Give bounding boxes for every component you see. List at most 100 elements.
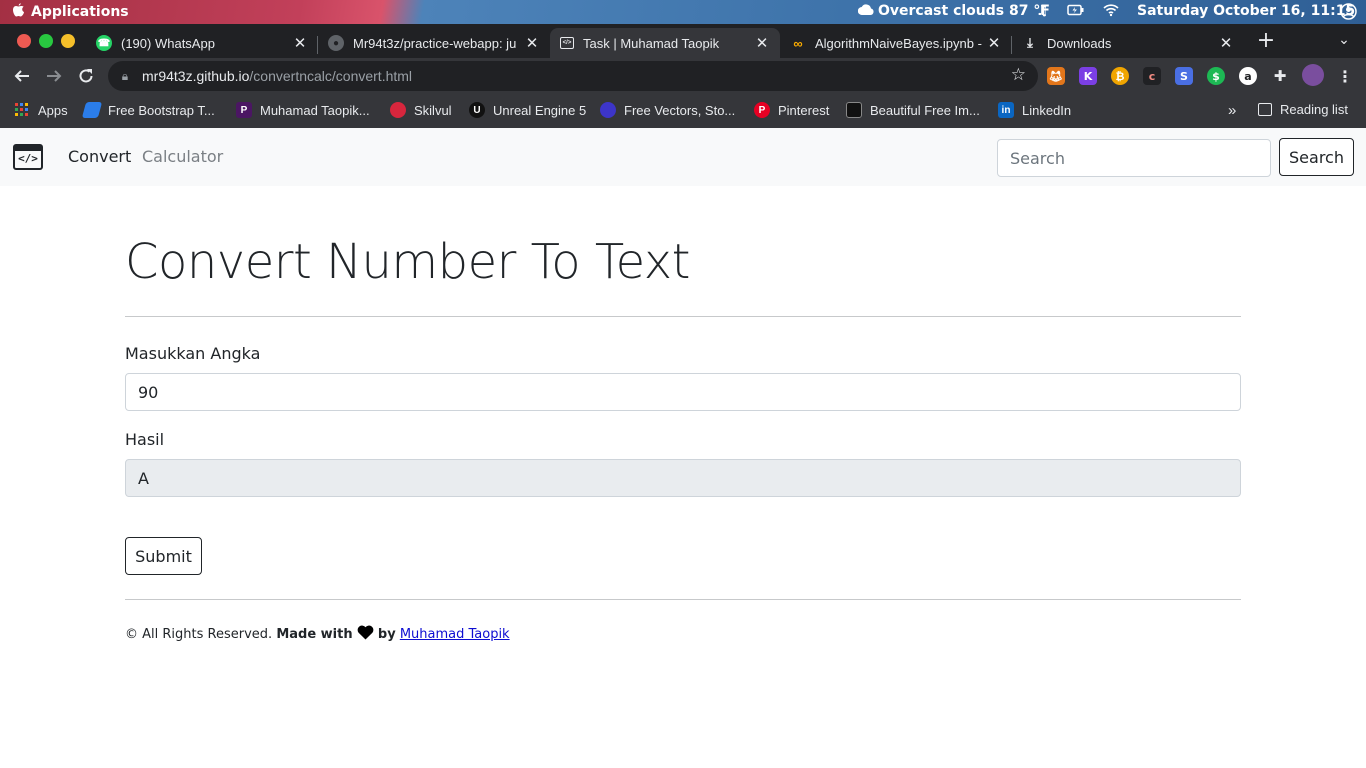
web-page: </> Convert Calculator Search Convert Nu… <box>0 128 1366 768</box>
url-host: mr94t3z.github.io <box>142 68 250 84</box>
bookmarks-bar: Apps Free Bootstrap T... P Muhamad Taopi… <box>0 94 1366 128</box>
tab-title: Downloads <box>1047 35 1112 51</box>
new-tab-plus-icon[interactable]: + <box>1254 28 1278 53</box>
nav-link-calculator[interactable]: Calculator <box>142 147 223 166</box>
bookmark-star-icon[interactable]: ☆ <box>1011 65 1026 85</box>
pinterest-icon: P <box>754 102 770 118</box>
bookmark-label: Apps <box>38 102 68 118</box>
tab-whatsapp[interactable]: ☎ (190) WhatsApp ✕ <box>88 28 316 58</box>
url-path: /convertncalc/convert.html <box>249 68 413 84</box>
reading-list[interactable]: Reading list <box>1258 102 1348 117</box>
cloud-icon <box>857 3 874 19</box>
tab-task-active[interactable]: </> Task | Muhamad Taopik ✕ <box>550 28 780 58</box>
tab-downloads[interactable]: ⤓ Downloads ✕ <box>1014 28 1242 58</box>
divider <box>125 316 1241 317</box>
number-input-label: Masukkan Angka <box>125 344 261 363</box>
puzzle-extensions-icon[interactable]: ✚ <box>1271 67 1289 85</box>
maximize-window-icon[interactable] <box>39 34 53 48</box>
copyright-text: © All Rights Reserved. <box>125 627 273 642</box>
bookmark-linkedin[interactable]: in LinkedIn <box>998 102 1071 118</box>
clock[interactable]: Saturday October 16, 11:15 <box>1137 3 1355 19</box>
metamask-icon[interactable]: 🦊︎ <box>1047 67 1065 85</box>
bitcoin-icon[interactable]: ₿ <box>1111 67 1129 85</box>
reading-list-label: Reading list <box>1280 102 1348 117</box>
profile-icon: P <box>236 102 252 118</box>
tab-title: AlgorithmNaiveBayes.ipynb - <box>815 35 982 51</box>
vector-icon <box>600 102 616 118</box>
result-label: Hasil <box>125 430 165 449</box>
unreal-icon: U <box>469 102 485 118</box>
bookmark-label: Free Bootstrap T... <box>108 102 215 118</box>
tab-colab[interactable]: ∞ AlgorithmNaiveBayes.ipynb - ✕ <box>782 28 1010 58</box>
bookmark-label: Skilvul <box>414 102 452 118</box>
kebab-menu-icon[interactable]: ⋮ <box>1336 67 1354 86</box>
brand-code-window-icon[interactable]: </> <box>13 144 43 170</box>
bookmark-label: Pinterest <box>778 102 830 118</box>
skilvul-icon <box>390 102 406 118</box>
download-icon: ⤓ <box>1027 35 1033 50</box>
bookmark-pinterest[interactable]: P Pinterest <box>754 102 829 118</box>
close-tab-icon[interactable]: ✕ <box>1218 34 1234 52</box>
site-navbar: </> Convert Calculator Search <box>0 128 1366 186</box>
apps-grid-icon <box>14 102 30 118</box>
tab-strip: ☎ (190) WhatsApp ✕ ● Mr94t3z/practice-we… <box>0 24 1366 58</box>
wifi-icon[interactable] <box>1103 3 1119 21</box>
tab-search-chevron-icon[interactable]: ⌄ <box>1332 28 1356 52</box>
battery-icon[interactable] <box>1066 3 1085 21</box>
address-bar[interactable]: 🔒︎ mr94t3z.github.io/convertncalc/conver… <box>108 61 1038 91</box>
submit-button[interactable]: Submit <box>125 537 202 575</box>
close-tab-icon[interactable]: ✕ <box>292 34 308 52</box>
footer: © All Rights Reserved. Made with by Muha… <box>125 625 510 644</box>
close-tab-icon[interactable]: ✕ <box>986 34 1002 52</box>
kiwi-k-icon[interactable]: K <box>1079 67 1097 85</box>
profile-avatar[interactable] <box>1302 64 1324 86</box>
back-arrow-icon[interactable] <box>10 64 34 88</box>
bookmark-skilvul[interactable]: Skilvul <box>390 102 452 118</box>
bookmarks-overflow-icon[interactable]: » <box>1228 102 1236 119</box>
system-tray: ♫ <box>1036 3 1119 21</box>
made-with-text: Made with <box>276 627 353 642</box>
bookmark-label: Free Vectors, Sto... <box>624 102 736 118</box>
bootstrap-icon <box>81 102 103 118</box>
number-input[interactable] <box>125 373 1241 411</box>
close-tab-icon[interactable]: ✕ <box>524 34 540 52</box>
close-window-icon[interactable] <box>17 34 31 48</box>
forward-arrow-icon[interactable] <box>42 64 66 88</box>
close-tab-icon[interactable]: ✕ <box>754 34 770 52</box>
applications-label: Applications <box>31 4 129 20</box>
tab-title: (190) WhatsApp <box>121 35 215 51</box>
heart-icon <box>357 625 374 644</box>
bookmark-free-vectors[interactable]: Free Vectors, Sto... <box>600 102 735 118</box>
result-output-field <box>125 459 1241 497</box>
codepen-icon[interactable]: c <box>1143 67 1161 85</box>
tab-github[interactable]: ● Mr94t3z/practice-webapp: ju ✕ <box>320 28 548 58</box>
a-extension-icon[interactable]: a <box>1239 67 1257 85</box>
reload-icon[interactable] <box>74 64 98 88</box>
search-button[interactable]: Search <box>1279 138 1354 176</box>
bookmark-free-bootstrap[interactable]: Free Bootstrap T... <box>81 102 215 118</box>
code-window-icon: </> <box>560 37 574 49</box>
github-icon: ● <box>328 35 344 51</box>
by-text: by <box>377 627 396 642</box>
colab-icon: ∞ <box>793 35 803 51</box>
bookmark-beautiful-free-images[interactable]: Beautiful Free Im... <box>846 102 980 118</box>
weather-indicator[interactable]: Overcast clouds 87 °F <box>857 3 1050 19</box>
music-note-icon[interactable]: ♫ <box>1036 3 1049 21</box>
bookmark-unreal-engine[interactable]: U Unreal Engine 5 <box>469 102 586 118</box>
bookmark-muhamad-taopik[interactable]: P Muhamad Taopik... <box>236 102 370 118</box>
account-icon[interactable] <box>1340 3 1357 24</box>
divider <box>125 599 1241 600</box>
author-link[interactable]: Muhamad Taopik <box>400 627 510 642</box>
applications-menu[interactable]: Applications <box>12 3 129 21</box>
dollar-extension-icon[interactable]: $ <box>1207 67 1225 85</box>
s-extension-icon[interactable]: S <box>1175 67 1193 85</box>
bookmark-label: Muhamad Taopik... <box>260 102 370 118</box>
nav-link-convert[interactable]: Convert <box>68 147 131 166</box>
tab-title: Mr94t3z/practice-webapp: ju <box>353 35 517 51</box>
whatsapp-icon: ☎ <box>96 35 112 51</box>
minimize-window-icon[interactable] <box>61 34 75 48</box>
page-title: Convert Number To Text <box>125 234 691 290</box>
search-input[interactable] <box>997 139 1271 177</box>
lock-icon[interactable]: 🔒︎ <box>108 69 142 84</box>
bookmark-apps[interactable]: Apps <box>14 102 68 118</box>
